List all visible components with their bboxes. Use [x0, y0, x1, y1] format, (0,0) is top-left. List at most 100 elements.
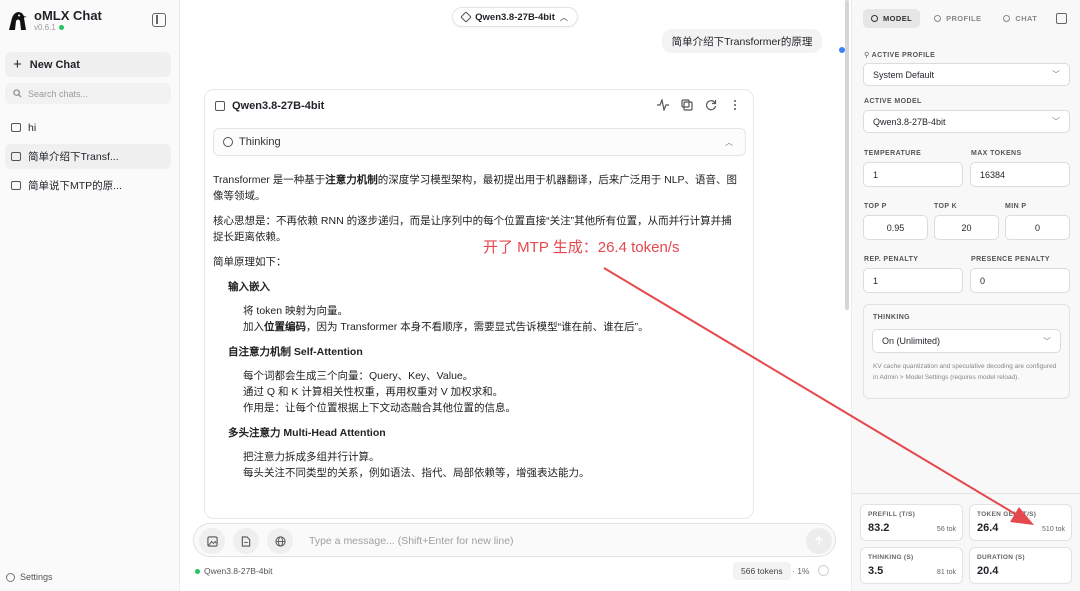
sidebar-toggle-icon[interactable] — [152, 13, 166, 27]
gear-icon — [6, 572, 15, 582]
globe-icon[interactable] — [267, 528, 293, 554]
message-actions — [657, 99, 741, 111]
new-chat-button[interactable]: + New Chat — [5, 52, 171, 77]
chevron-down-icon: ﹀ — [1043, 336, 1051, 346]
chat-item-label: hi — [28, 121, 37, 134]
chevron-down-icon: ﹀ — [1052, 70, 1060, 79]
kv-cache-note: KV cache quantization and speculative de… — [873, 363, 1057, 381]
temperature-label: TEMPERATURE — [864, 150, 922, 157]
arrow-up-icon — [815, 536, 823, 545]
composer: Type a message... (Shift+Enter for new l… — [193, 523, 836, 557]
thinking-settings: THINKING On (Unlimited) ﹀ KV cache quanti… — [863, 304, 1070, 399]
thinking-toggle[interactable]: Thinking ︿ — [213, 128, 746, 156]
stat-token-gen: TOKEN GEN (T/S) 26.4 510 tok — [969, 504, 1072, 541]
footer-model-status: Qwen3.8-27B-4bit — [195, 566, 273, 576]
chevron-up-icon: ︿ — [559, 12, 568, 22]
tab-profile[interactable]: PROFILE — [926, 9, 989, 28]
list-item: 作用是：让每个位置根据上下文动态融合其他位置的信息。 — [243, 402, 516, 414]
file-attach-icon[interactable] — [233, 528, 259, 554]
search-chats-input[interactable]: Search chats... — [5, 83, 171, 104]
chat-bubble-icon — [11, 181, 21, 190]
copy-icon[interactable] — [681, 99, 693, 111]
chat-item-hi[interactable]: hi — [5, 115, 171, 140]
chat-item-label: 简单介绍下Transf... — [28, 151, 119, 163]
penguin-logo-icon — [9, 12, 27, 30]
model-selector-button[interactable]: Qwen3.8-27B-4bit ︿ — [452, 7, 578, 27]
user-message: 简单介绍下Transformer的原理 — [662, 29, 822, 53]
presence-penalty-input[interactable]: 0 — [970, 268, 1070, 293]
settings-label: Settings — [20, 572, 53, 582]
panel-tabs: MODEL PROFILE CHAT — [863, 9, 1045, 28]
settings-panel: MODEL PROFILE CHAT ⚲ ACTIVE PROFILE Syst… — [851, 0, 1080, 591]
chat-item-mtp[interactable]: 简单说下MTP的原... — [5, 173, 171, 198]
send-button[interactable] — [806, 528, 832, 554]
list-item: 把注意力拆成多组并行计算。 — [243, 451, 380, 463]
list-item: 每个词都会生成三个向量：Query、Key、Value。 — [243, 370, 474, 382]
model-pill-label: Qwen3.8-27B-4bit — [475, 11, 555, 23]
section-title-embedding: 输入嵌入 — [228, 281, 270, 293]
image-attach-icon[interactable] — [199, 528, 225, 554]
message-input[interactable]: Type a message... (Shift+Enter for new l… — [309, 535, 514, 547]
chevron-down-icon: ﹀ — [1052, 117, 1060, 126]
active-model-select[interactable]: Qwen3.8-27B-4bit ﹀ — [863, 110, 1070, 133]
list-item: 加入位置编码，因为 Transformer 本身不看顺序，需要显式告诉模型“谁在… — [243, 321, 649, 333]
cube-icon — [460, 11, 472, 23]
thinking-label: Thinking — [239, 136, 281, 148]
scrollbar[interactable] — [845, 0, 849, 310]
min-p-label: MIN P — [1005, 203, 1027, 210]
active-profile-select[interactable]: System Default ﹀ — [863, 63, 1070, 86]
clock-icon — [223, 137, 233, 147]
list-item: 每头关注不同类型的关系，例如语法、指代、局部依赖等，增强表达能力。 — [243, 467, 590, 479]
regenerate-icon[interactable] — [705, 99, 717, 111]
list-item: 通过 Q 和 K 计算相关性权重，再用权重对 V 加权求和。 — [243, 386, 504, 398]
top-p-input[interactable]: 0.95 — [863, 215, 928, 240]
context-usage-percent: · 1% — [792, 566, 810, 576]
panel-toggle-icon[interactable] — [1056, 13, 1067, 24]
status-dot-icon — [58, 25, 64, 30]
rep-penalty-label: REP. PENALTY — [864, 256, 919, 263]
thinking-select[interactable]: On (Unlimited) ﹀ — [872, 329, 1061, 353]
activity-icon[interactable] — [657, 99, 669, 111]
top-p-label: TOP P — [864, 203, 887, 210]
chat-list: hi 简单介绍下Transf... 简单说下MTP的原... — [5, 115, 171, 202]
top-k-input[interactable]: 20 — [934, 215, 999, 240]
chat-bubble-icon — [11, 152, 21, 161]
temperature-input[interactable]: 1 — [863, 162, 963, 187]
new-chat-label: New Chat — [29, 58, 80, 71]
status-dot-icon — [195, 568, 200, 574]
divider — [852, 493, 1080, 494]
assistant-message-card: Qwen3.8-27B-4bit Thinking ︿ Transformer … — [204, 89, 754, 519]
top-k-label: TOP K — [934, 203, 958, 210]
app-version: v0.6.1 — [34, 23, 56, 32]
tab-chat[interactable]: CHAT — [995, 9, 1045, 28]
more-options-icon[interactable] — [729, 99, 741, 111]
sidebar: oMLX Chat v0.6.1 + New Chat Search chats… — [0, 0, 180, 591]
search-icon — [13, 89, 22, 98]
plus-icon: + — [13, 56, 22, 73]
active-profile-label: ⚲ ACTIVE PROFILE — [864, 52, 936, 59]
token-count-badge: 566 tokens — [733, 562, 791, 580]
context-ring-icon — [818, 565, 829, 576]
section-title-multi-head: 多头注意力 Multi-Head Attention — [228, 427, 386, 439]
brand: oMLX Chat v0.6.1 — [6, 8, 102, 32]
max-tokens-input[interactable]: 16384 — [970, 162, 1070, 187]
red-annotation-text: 开了 MTP 生成：26.4 token/s — [483, 239, 680, 256]
model-chip-icon — [215, 101, 225, 111]
presence-penalty-label: PRESENCE PENALTY — [971, 256, 1051, 263]
stat-prefill: PREFILL (T/S) 83.2 56 tok — [860, 504, 963, 541]
min-p-input[interactable]: 0 — [1005, 215, 1070, 240]
active-model-label: ACTIVE MODEL — [864, 98, 922, 105]
chat-icon — [1003, 15, 1011, 22]
rep-penalty-input[interactable]: 1 — [863, 268, 963, 293]
section-title-self-attention: 自注意力机制 Self-Attention — [228, 346, 363, 358]
max-tokens-label: MAX TOKENS — [971, 150, 1022, 157]
settings-link[interactable]: Settings — [6, 572, 53, 582]
assistant-model-name: Qwen3.8-27B-4bit — [232, 100, 325, 112]
app-title: oMLX Chat — [34, 8, 102, 23]
user-icon — [934, 15, 942, 22]
chat-main: Qwen3.8-27B-4bit ︿ 简单介绍下Transformer的原理 Q… — [181, 0, 849, 591]
chat-item-transformer[interactable]: 简单介绍下Transf... — [5, 144, 171, 169]
chat-bubble-icon — [11, 123, 21, 132]
tab-model[interactable]: MODEL — [863, 9, 921, 28]
thinking-setting-label: THINKING — [873, 314, 911, 321]
